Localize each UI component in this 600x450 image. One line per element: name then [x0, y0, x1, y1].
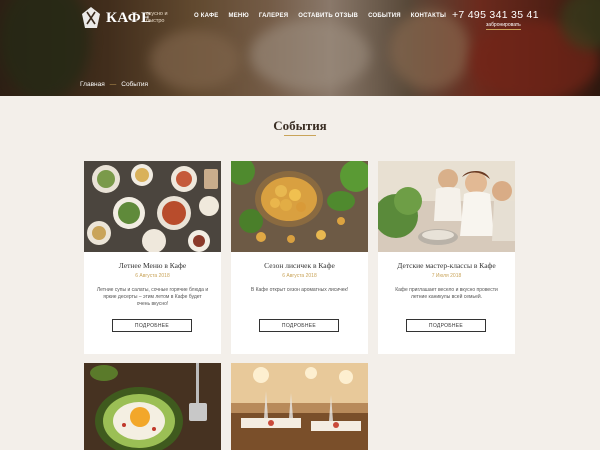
book-link[interactable]: забронировать — [486, 22, 521, 30]
phone-number[interactable]: +7 495 341 35 41 — [452, 9, 539, 21]
logo-text: КАФЕ — [106, 10, 152, 26]
event-card — [231, 363, 368, 450]
page-title: События — [273, 118, 327, 133]
more-button[interactable]: ПОДРОБНЕЕ — [406, 319, 486, 332]
event-title[interactable]: Детские мастер-классы в Кафе — [378, 261, 515, 270]
event-date: 6 Августа 2018 — [135, 273, 170, 279]
nav-item-events[interactable]: События — [368, 13, 401, 19]
nav-item-menu[interactable]: Меню — [229, 13, 249, 19]
breadcrumb-current: События — [121, 81, 149, 88]
nav-item-about[interactable]: О кафе — [194, 13, 219, 19]
event-date: 7 Июля 2018 — [431, 273, 462, 279]
event-card: Летнее Меню в Кафе 6 Августа 2018 Летние… — [84, 161, 221, 354]
title-divider — [284, 135, 316, 136]
logo-tagline: вкусно и быстро — [146, 11, 168, 24]
event-image-kids-class[interactable] — [378, 161, 515, 252]
event-date: 6 Августа 2018 — [282, 273, 317, 279]
nav-item-gallery[interactable]: Галерея — [259, 13, 288, 19]
event-title[interactable]: Сезон лисичек в Кафе — [231, 261, 368, 270]
more-button[interactable]: ПОДРОБНЕЕ — [259, 319, 339, 332]
main-nav: О кафе Меню Галерея Оставить отзыв Событ… — [194, 13, 456, 19]
event-description: Летние супы и салаты, сочные горячие блю… — [96, 287, 209, 307]
nav-item-review[interactable]: Оставить отзыв — [298, 13, 358, 19]
logo[interactable]: КАФЕ вкусно и быстро — [80, 6, 180, 32]
event-title[interactable]: Летнее Меню в Кафе — [84, 261, 221, 270]
event-card: Сезон лисичек в Кафе 6 Августа 2018 В Ка… — [231, 161, 368, 354]
event-image-chanterelles[interactable] — [231, 161, 368, 252]
event-image-avocado[interactable] — [84, 363, 221, 450]
event-card — [84, 363, 221, 450]
breadcrumb-home[interactable]: Главная — [80, 81, 105, 88]
event-image-interior[interactable] — [231, 363, 368, 450]
more-button[interactable]: ПОДРОБНЕЕ — [112, 319, 192, 332]
event-description: Кафе приглашает весело и вкусно провести… — [395, 287, 498, 300]
event-image-summer-menu[interactable] — [84, 161, 221, 252]
logo-icon — [82, 7, 100, 28]
event-card: Детские мастер-классы в Кафе 7 Июля 2018… — [378, 161, 515, 354]
nav-item-contacts[interactable]: Контакты — [411, 13, 446, 19]
event-description: В Кафе открыт сезон ароматных лисичек! — [250, 287, 349, 293]
breadcrumb: Главная — События — [80, 81, 148, 88]
breadcrumb-separator: — — [109, 81, 117, 88]
